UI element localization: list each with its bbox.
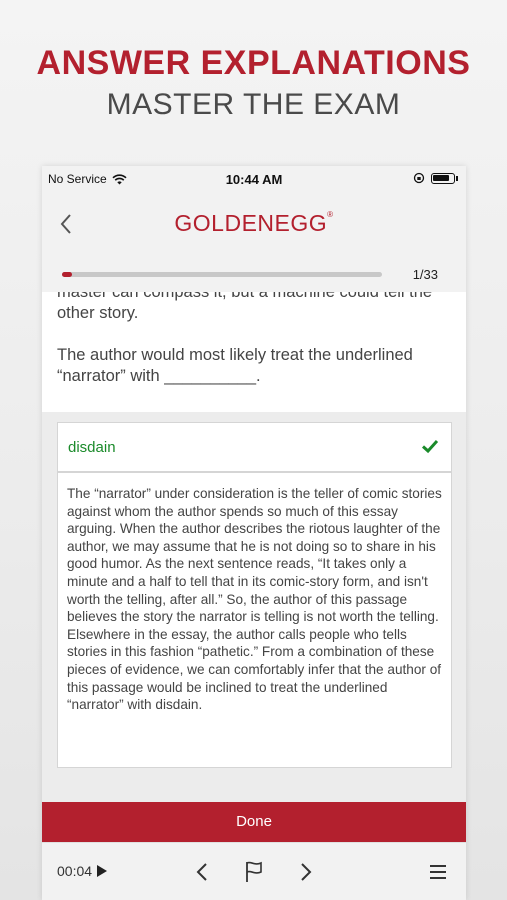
progress-fill — [62, 272, 72, 277]
battery-icon — [431, 172, 455, 184]
logo-registered-mark: ® — [327, 210, 334, 219]
nav-bar: GOLDENEGG® — [42, 192, 466, 256]
checkmark-icon — [421, 439, 439, 454]
play-icon — [97, 865, 108, 877]
menu-button[interactable] — [426, 860, 450, 884]
next-icon — [301, 863, 312, 881]
answer-section: disdain The “narrator” under considerati… — [42, 412, 466, 802]
status-bar: No Service 10:44 AM — [42, 166, 466, 192]
done-button[interactable]: Done — [42, 802, 466, 842]
progress-row: 1/33 — [42, 256, 466, 292]
question-text: master can compass it, but a machine cou… — [57, 292, 452, 408]
logo-text: GOLDENEGG — [174, 210, 328, 236]
question-area: master can compass it, but a machine cou… — [42, 292, 466, 412]
flag-icon — [246, 861, 262, 882]
timer-control[interactable]: 00:04 — [57, 863, 108, 879]
next-button[interactable] — [294, 860, 318, 884]
battery-tip — [456, 175, 458, 181]
flag-button[interactable] — [242, 860, 266, 884]
status-time: 10:44 AM — [225, 172, 283, 187]
promo-title: ANSWER EXPLANATIONS — [36, 44, 471, 82]
previous-icon — [196, 863, 207, 881]
menu-icon — [430, 865, 446, 879]
timer-value: 00:04 — [57, 863, 93, 879]
answer-choice-selected[interactable]: disdain — [57, 422, 452, 472]
promo-subtitle: MASTER THE EXAM — [106, 88, 401, 121]
answer-label: disdain — [68, 439, 116, 456]
logo: GOLDENEGG® — [42, 210, 466, 237]
explanation-box: The “narrator” under consideration is th… — [57, 472, 452, 768]
passage-excerpt: master can compass it, but a machine cou… — [57, 292, 433, 322]
orientation-lock-icon — [413, 172, 425, 184]
question-prompt: The author would most likely treat the u… — [57, 346, 413, 385]
progress-bar — [62, 272, 382, 277]
question-counter: 1/33 — [412, 267, 438, 282]
bottom-toolbar: 00:04 — [42, 842, 466, 900]
phone-screen: No Service 10:44 AM GOLDENEGG® 1/33 mast… — [42, 166, 466, 900]
explanation-text: The “narrator” under consideration is th… — [67, 486, 442, 713]
status-right — [413, 172, 458, 184]
previous-button[interactable] — [190, 860, 214, 884]
